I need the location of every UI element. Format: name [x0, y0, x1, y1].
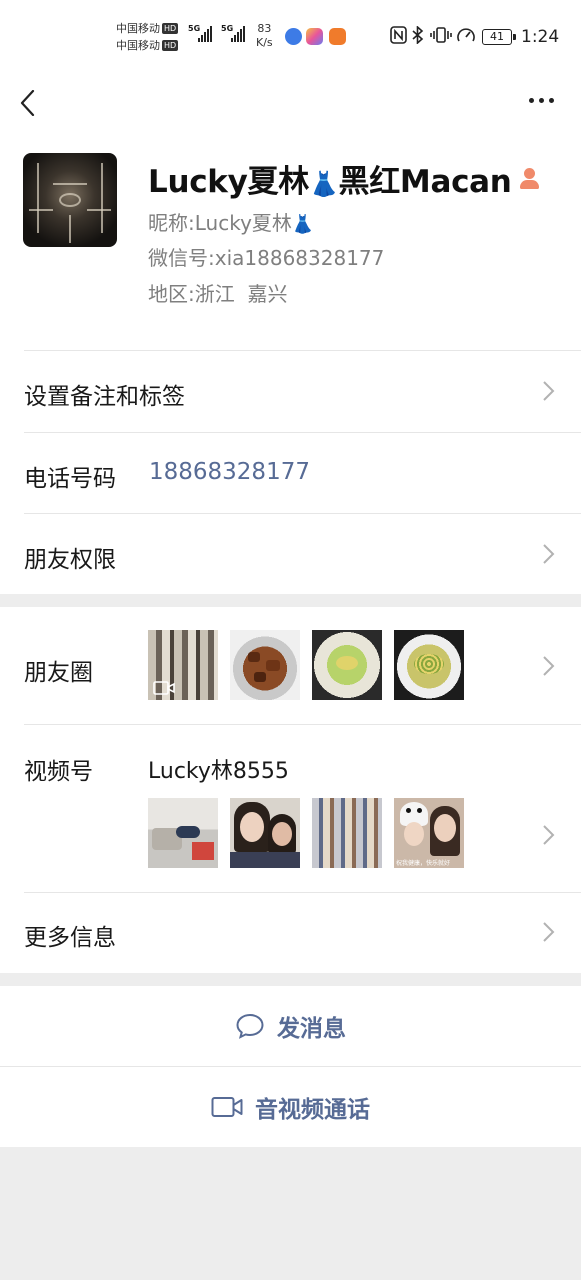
channel-video-caption: 祝我健康，快乐就好 — [396, 860, 451, 867]
video-call-label: 音视频通话 — [255, 1097, 370, 1123]
network-speed: 83 K/s — [256, 22, 273, 50]
hd-badge: HD — [162, 40, 179, 51]
nav-bar — [0, 72, 581, 132]
more-info-row[interactable]: 更多信息 — [0, 892, 581, 973]
bluetooth-icon — [411, 25, 425, 49]
wechat-id-label: 微信号: — [148, 246, 215, 270]
carrier-1: 中国移动 — [116, 22, 160, 35]
phone-row: 电话号码 18868328177 — [0, 432, 581, 513]
chevron-right-icon — [543, 922, 555, 942]
moments-photo-thumb[interactable] — [148, 630, 218, 700]
nickname-line: 昵称:Lucky夏林👗 — [148, 207, 314, 236]
phone-number-link[interactable]: 18868328177 — [149, 459, 310, 485]
profile-header: Lucky夏林👗黑红Macan 昵称:Lucky夏林👗 微信号:xia18868… — [0, 132, 581, 350]
nickname-label: 昵称: — [148, 211, 195, 235]
channel-video-thumb[interactable] — [312, 798, 382, 868]
display-name-part1: Lucky夏林 — [148, 164, 309, 200]
more-dot-icon — [528, 97, 534, 103]
signal-icon: 5G — [221, 24, 245, 42]
more-dot-icon — [548, 97, 554, 103]
channel-video-thumb[interactable] — [230, 798, 300, 868]
back-button[interactable] — [14, 80, 54, 124]
video-badge-icon — [153, 681, 175, 695]
chevron-right-icon — [543, 825, 555, 845]
nickname-value: Lucky夏林 — [194, 211, 292, 235]
remark-tags-row[interactable]: 设置备注和标签 — [0, 350, 581, 432]
channel-video-thumb[interactable]: 祝我健康，快乐就好 — [394, 798, 464, 868]
section-gap — [0, 594, 581, 607]
back-arrow-icon — [20, 90, 35, 116]
moments-row[interactable]: 朋友圈 — [0, 607, 581, 724]
region-line: 地区:浙江 嘉兴 — [148, 278, 287, 307]
more-dot-icon — [538, 97, 544, 103]
network-type: 5G — [221, 24, 234, 33]
display-name: Lucky夏林👗黑红Macan — [148, 156, 540, 201]
app-notification-icon — [285, 28, 302, 45]
display-name-part2: 黑红Macan — [338, 164, 512, 200]
network-speed-value: 83 — [257, 22, 272, 35]
network-speed-unit: K/s — [256, 36, 273, 49]
more-info-label: 更多信息 — [24, 925, 116, 951]
send-message-button[interactable]: 发消息 — [0, 986, 581, 1066]
phone-label: 电话号码 — [24, 466, 116, 492]
speed-gauge-icon — [456, 26, 476, 49]
wechat-id-line: 微信号:xia18868328177 — [148, 242, 384, 271]
moments-photo-thumb[interactable] — [312, 630, 382, 700]
signal-icon: 5G — [188, 24, 212, 42]
region-value: 浙江 嘉兴 — [194, 282, 288, 306]
region-label: 地区: — [148, 282, 195, 306]
hd-badge: HD — [162, 23, 179, 34]
carrier-2: 中国移动 — [116, 39, 160, 52]
dress-icon: 👗 — [291, 214, 315, 235]
app-notification-icon — [329, 28, 346, 45]
video-call-button[interactable]: 音视频通话 — [0, 1067, 581, 1147]
remark-tags-label: 设置备注和标签 — [24, 384, 185, 410]
app-notification-icon — [306, 28, 323, 45]
chat-bubble-icon — [236, 1013, 264, 1039]
more-options-button[interactable] — [520, 80, 562, 120]
section-gap — [0, 973, 581, 986]
nfc-icon — [390, 26, 407, 49]
friend-permission-label: 朋友权限 — [24, 547, 116, 573]
chevron-right-icon — [543, 544, 555, 564]
vibrate-icon — [430, 26, 452, 49]
video-camera-icon — [211, 1097, 243, 1117]
channel-video-thumb[interactable] — [148, 798, 218, 868]
chevron-right-icon — [543, 656, 555, 676]
friend-permission-row[interactable]: 朋友权限 — [0, 513, 581, 594]
dress-icon: 👗 — [308, 170, 339, 198]
wechat-id-value[interactable]: xia18868328177 — [215, 246, 385, 270]
moments-label: 朋友圈 — [24, 660, 93, 686]
status-bar: 中国移动 HD 中国移动 HD 5G 5G 83 K/s 41 1:24 — [0, 0, 581, 72]
chevron-right-icon — [543, 381, 555, 401]
clock: 1:24 — [521, 27, 560, 47]
contact-person-icon — [518, 166, 540, 190]
moments-photo-thumb[interactable] — [230, 630, 300, 700]
channels-row[interactable]: 视频号 Lucky林8555 祝我健康，快乐就好 — [0, 724, 581, 892]
channel-name: Lucky林8555 — [148, 759, 289, 784]
moments-photo-thumb[interactable] — [394, 630, 464, 700]
send-message-label: 发消息 — [277, 1016, 346, 1042]
network-type: 5G — [188, 24, 201, 33]
carrier-info: 中国移动 HD 中国移动 HD — [116, 20, 179, 54]
avatar[interactable] — [23, 153, 117, 247]
battery-icon: 41 — [482, 29, 516, 45]
channels-label: 视频号 — [24, 759, 93, 785]
